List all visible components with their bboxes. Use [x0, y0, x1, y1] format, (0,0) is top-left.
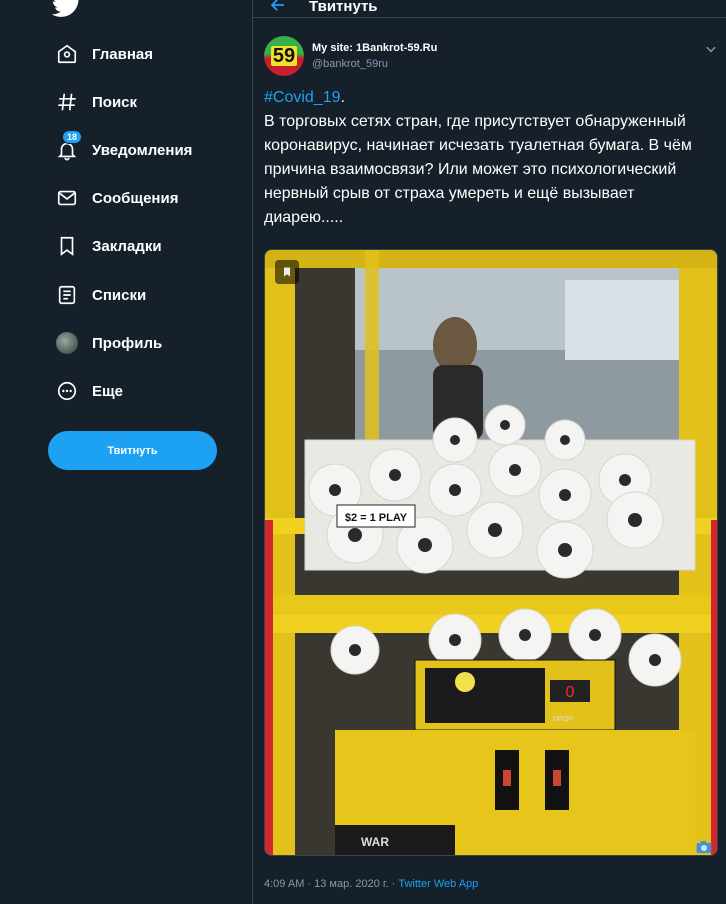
avatar-text: 59	[270, 45, 298, 67]
notification-badge: 18	[62, 130, 83, 144]
header-divider	[253, 17, 726, 18]
bookmark-icon[interactable]	[275, 260, 299, 284]
tweet-meta: 4:09 AM · 13 мар. 2020 г. · Twitter Web …	[264, 878, 478, 890]
sidebar-item-label: Уведомления	[92, 141, 193, 159]
sidebar-item-label: Сообщения	[92, 189, 179, 207]
sidebar-item-more[interactable]: Еще	[48, 371, 123, 411]
hashtag-link[interactable]: #Covid_19	[264, 89, 341, 106]
sidebar-item-bookmarks[interactable]: Закладки	[48, 226, 162, 266]
sidebar-item-label: Списки	[92, 286, 147, 304]
tweet-body: В торговых сетях стран, где присутствует…	[264, 113, 692, 226]
bookmark-icon	[54, 233, 80, 259]
sidebar-item-profile[interactable]: Профиль	[48, 323, 162, 363]
avatar-icon	[54, 330, 80, 356]
page-title: Твитнуть	[309, 0, 378, 15]
chevron-down-icon[interactable]	[704, 42, 718, 56]
hashtag-icon	[54, 89, 80, 115]
sidebar-item-label: Еще	[92, 382, 124, 400]
sidebar-item-label: Закладки	[92, 237, 162, 255]
sidebar-item-search[interactable]: Поиск	[48, 82, 137, 122]
sidebar-item-lists[interactable]: Списки	[48, 275, 146, 315]
twitter-bird-icon[interactable]	[52, 0, 82, 18]
price-sign-text: $2 = 1 PLAY	[345, 512, 408, 524]
sidebar-item-notifications[interactable]: 18 Уведомления	[48, 130, 192, 170]
camera-icon	[696, 841, 712, 853]
author-avatar[interactable]: 59	[264, 36, 304, 76]
claw-machine-photo: $2 = 1 PLAY 0 DROP WAR	[265, 250, 717, 855]
page-header: Твитнуть	[253, 0, 726, 16]
sidebar: Главная Поиск 18 Уведомления Сообщения З…	[0, 0, 252, 904]
brand-label: WAR	[361, 835, 389, 849]
sidebar-item-label: Главная	[92, 45, 154, 63]
arrow-left-icon[interactable]	[269, 0, 287, 14]
sidebar-item-messages[interactable]: Сообщения	[48, 178, 178, 218]
tweet-text: #Covid_19. В торговых сетях стран, где п…	[264, 86, 714, 230]
sidebar-item-label: Профиль	[92, 334, 163, 352]
column-divider	[252, 0, 253, 904]
tweet-button[interactable]: Твитнуть	[48, 431, 217, 470]
home-icon	[54, 41, 80, 67]
list-icon	[54, 282, 80, 308]
tweet-image[interactable]: $2 = 1 PLAY 0 DROP WAR	[264, 249, 718, 856]
counter-display: 0	[566, 684, 575, 701]
more-icon	[54, 378, 80, 404]
author-name[interactable]: My site: 1Bankrot-59.Ru	[312, 42, 437, 54]
sidebar-item-home[interactable]: Главная	[48, 34, 153, 74]
drop-button-label: DROP	[553, 716, 574, 723]
hashtag-suffix: .	[340, 89, 345, 106]
author-handle[interactable]: @bankrot_59ru	[312, 58, 388, 70]
bell-icon: 18	[54, 130, 83, 163]
sidebar-item-label: Поиск	[92, 93, 138, 111]
source-link[interactable]: Twitter Web App	[398, 878, 478, 890]
timestamp[interactable]: 4:09 AM · 13 мар. 2020 г. ·	[264, 878, 398, 890]
envelope-icon	[54, 185, 80, 211]
